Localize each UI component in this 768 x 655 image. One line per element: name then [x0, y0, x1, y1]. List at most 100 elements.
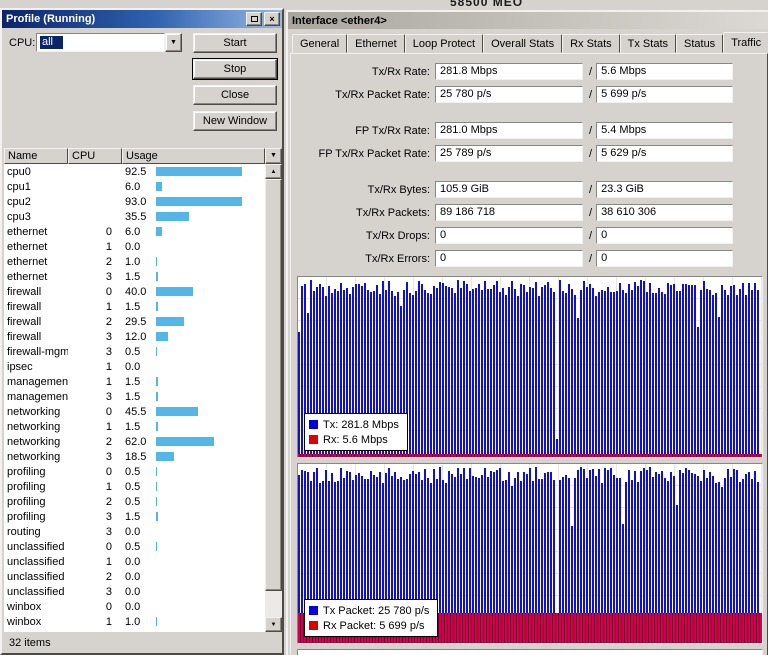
usage-bar — [156, 167, 242, 176]
cell-cpu: 0 — [105, 540, 112, 553]
cell-cpu: 3 — [105, 585, 112, 598]
close-icon[interactable]: × — [264, 12, 280, 26]
traffic-bar — [739, 289, 741, 457]
table-row[interactable]: cpu0 92.5 — [4, 164, 265, 179]
tab-overall-stats[interactable]: Overall Stats — [483, 34, 563, 53]
traffic-bar — [682, 284, 684, 457]
table-row[interactable]: profiling 2 0.5 — [4, 494, 265, 509]
tab-tx-stats[interactable]: Tx Stats — [619, 34, 676, 53]
tx-rx-drops-tx-input[interactable]: 0 — [435, 227, 583, 244]
traffic-bar — [571, 289, 573, 457]
start-button[interactable]: Start — [193, 33, 277, 53]
fp-tx-rx-rate-tx-input[interactable]: 281.0 Mbps — [435, 122, 583, 139]
table-row[interactable]: networking 0 45.5 — [4, 404, 265, 419]
maximize-icon[interactable] — [246, 12, 262, 26]
table-row[interactable]: ethernet 3 1.5 — [4, 269, 265, 284]
scrollbar-track[interactable] — [265, 179, 282, 617]
tx-rx-errors-tx-input[interactable]: 0 — [435, 250, 583, 267]
traffic-bar — [445, 286, 447, 457]
table-row[interactable]: unclassified 0 0.5 — [4, 539, 265, 554]
table-row[interactable]: networking 2 62.0 — [4, 434, 265, 449]
tab-status[interactable]: Status — [676, 34, 724, 53]
scroll-down-icon[interactable]: ▼ — [265, 617, 282, 632]
column-header-name[interactable]: Name — [4, 148, 68, 164]
cell-cpu: 1 — [105, 240, 112, 253]
cell-usage: 0.5 — [122, 481, 265, 493]
tab-loop-protect[interactable]: Loop Protect — [404, 34, 484, 53]
tab-ethernet[interactable]: Ethernet — [347, 34, 405, 53]
fp-tx-rx-packet-rate-rx-input[interactable]: 5 629 p/s — [596, 145, 734, 162]
tx-rx-packet-rate-rx-input[interactable]: 5 699 p/s — [596, 86, 734, 103]
tab-general[interactable]: General — [292, 34, 348, 53]
table-row[interactable]: profiling 1 0.5 — [4, 479, 265, 494]
column-chooser-icon[interactable]: ▼ — [265, 148, 282, 164]
profile-table: Name CPU Usage cpu0 92.5 cpu1 6.0 cpu2 93.0 cpu3… — [4, 148, 265, 632]
traffic-bar — [538, 296, 540, 457]
table-row[interactable]: cpu3 35.5 — [4, 209, 265, 224]
table-row[interactable]: winbox 1 1.0 — [4, 614, 265, 629]
cell-cpu: 0 — [105, 225, 112, 238]
cell-cpu: 1 — [105, 480, 112, 493]
tx-rx-bytes-rx-input[interactable]: 23.3 GiB — [596, 181, 734, 198]
table-row[interactable]: cpu1 6.0 — [4, 179, 265, 194]
table-row[interactable]: firewall 2 29.5 — [4, 314, 265, 329]
scrollbar-thumb[interactable] — [265, 179, 282, 591]
cpu-combobox[interactable]: all — [36, 33, 165, 52]
traffic-bar — [670, 285, 672, 457]
usage-bar — [156, 617, 157, 626]
table-row[interactable]: management 3 1.5 — [4, 389, 265, 404]
profile-titlebar[interactable]: Profile (Running) × — [2, 10, 282, 28]
table-row[interactable]: profiling 0 0.5 — [4, 464, 265, 479]
table-row[interactable]: unclassified 2 0.0 — [4, 569, 265, 584]
usage-value: 92.5 — [125, 165, 147, 178]
fp-tx-rx-rate-rx-input[interactable]: 5.4 Mbps — [596, 122, 734, 139]
table-row[interactable]: winbox 0 0.0 — [4, 599, 265, 614]
table-row[interactable]: ethernet 2 1.0 — [4, 254, 265, 269]
table-row[interactable]: cpu2 93.0 — [4, 194, 265, 209]
table-row[interactable]: ethernet 1 0.0 — [4, 239, 265, 254]
tx-rx-packets-tx-input[interactable]: 89 186 718 — [435, 204, 583, 221]
tx-rx-drops-rx-input[interactable]: 0 — [596, 227, 734, 244]
table-row[interactable]: ipsec 1 0.0 — [4, 359, 265, 374]
table-row[interactable]: networking 3 18.5 — [4, 449, 265, 464]
table-row[interactable]: routing 3 0.0 — [4, 524, 265, 539]
table-row[interactable]: firewall 3 12.0 — [4, 329, 265, 344]
close-button[interactable]: Close — [193, 85, 277, 105]
table-row[interactable]: firewall-mgmt 3 0.5 — [4, 344, 265, 359]
fp-tx-rx-packet-rate-tx-input[interactable]: 25 789 p/s — [435, 145, 583, 162]
table-row[interactable]: management 1 1.5 — [4, 374, 265, 389]
table-row[interactable]: winbox30.0 — [4, 629, 265, 633]
tab-rx-stats[interactable]: Rx Stats — [562, 34, 620, 53]
traffic-bar — [616, 291, 618, 457]
tx-rx-errors-rx-input[interactable]: 0 — [596, 250, 734, 267]
tx-rx-packets-rx-input[interactable]: 38 610 306 — [596, 204, 734, 221]
new-window-button[interactable]: New Window — [193, 111, 277, 131]
tx-rx-rate-tx-input[interactable]: 281.8 Mbps — [435, 63, 583, 80]
tab-traffic[interactable]: Traffic — [723, 32, 768, 53]
column-header-cpu[interactable]: CPU — [68, 148, 122, 164]
maximize-glyph — [250, 16, 258, 22]
stop-button[interactable]: Stop — [192, 58, 278, 80]
cpu-label: CPU: — [9, 37, 36, 49]
table-row[interactable]: unclassified 1 0.0 — [4, 554, 265, 569]
table-row[interactable]: unclassified 3 0.0 — [4, 584, 265, 599]
cpu-combobox-dropdown-icon[interactable]: ▼ — [165, 33, 182, 52]
table-row[interactable]: firewall 1 1.5 — [4, 299, 265, 314]
traffic-bar — [694, 285, 696, 457]
table-row[interactable]: networking 1 1.5 — [4, 419, 265, 434]
column-header-usage[interactable]: Usage — [122, 148, 265, 164]
table-row[interactable]: profiling 3 1.5 — [4, 509, 265, 524]
table-row[interactable]: firewall 0 40.0 — [4, 284, 265, 299]
table-row[interactable]: ethernet 0 6.0 — [4, 224, 265, 239]
cell-name: firewall-mgmt — [7, 345, 68, 358]
traffic-bar — [421, 284, 423, 457]
tx-rx-rate-rx-input[interactable]: 5.6 Mbps — [596, 63, 734, 80]
usage-bar — [156, 302, 158, 311]
cell-usage: 1.5 — [122, 301, 265, 313]
tx-rx-packet-rate-tx-input[interactable]: 25 780 p/s — [435, 86, 583, 103]
scroll-up-icon[interactable]: ▲ — [265, 164, 282, 179]
vertical-scrollbar[interactable]: ▼ ▲ ▼ — [265, 148, 282, 632]
tx-rx-bytes-tx-input[interactable]: 105.9 GiB — [435, 181, 583, 198]
interface-titlebar[interactable]: Interface <ether4> — [288, 12, 768, 29]
traffic-bar — [424, 290, 426, 457]
